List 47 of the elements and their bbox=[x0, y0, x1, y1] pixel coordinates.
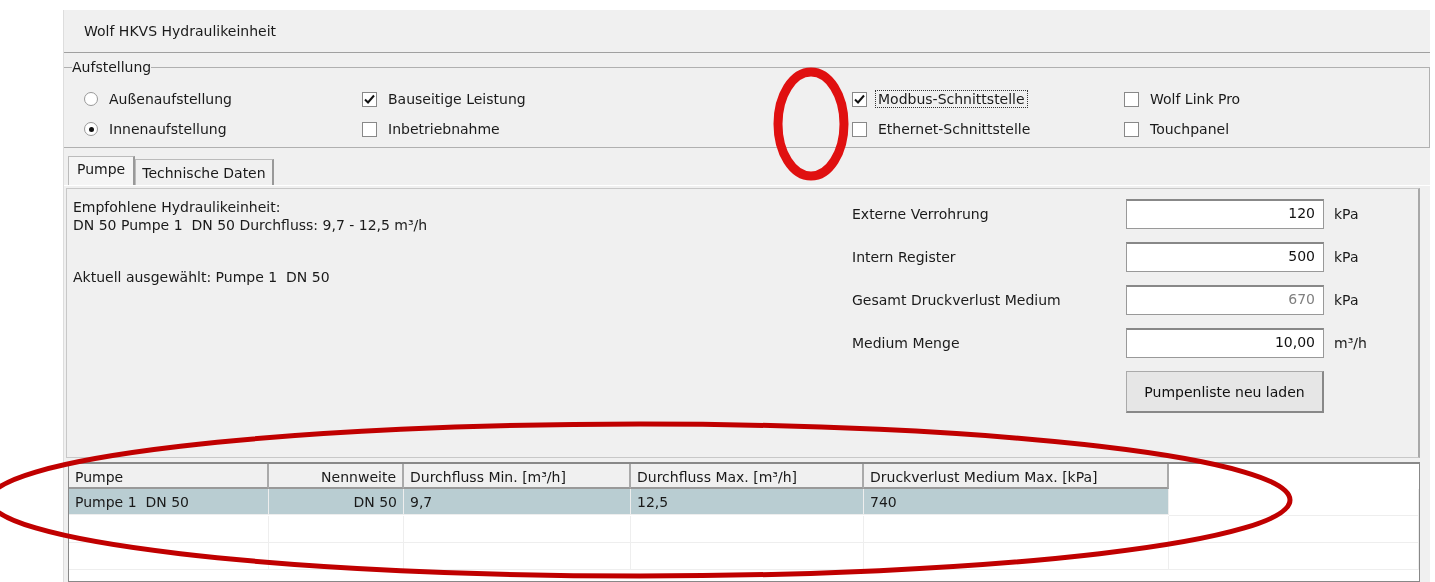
option-label: Inbetriebnahme bbox=[387, 121, 501, 137]
tab[interactable]: Pumpe bbox=[68, 156, 136, 185]
input-field[interactable]: 120 bbox=[1126, 199, 1324, 229]
checkbox[interactable] bbox=[1124, 121, 1139, 137]
reload-button[interactable]: Pumpenliste neu laden bbox=[1126, 371, 1324, 413]
checkmark-icon bbox=[854, 93, 865, 105]
selection-text: Aktuell ausgewählt: Pumpe 1 DN 50 bbox=[73, 269, 331, 285]
unit-label: kPa bbox=[1333, 206, 1360, 222]
tab[interactable]: Technische Daten bbox=[135, 159, 274, 185]
checkmark-icon bbox=[364, 93, 375, 105]
field-label: Intern Register bbox=[852, 249, 957, 265]
column-header[interactable]: Durchfluss Max. [m³/h] bbox=[631, 464, 864, 489]
radio-button[interactable] bbox=[84, 92, 98, 106]
field-label: Gesamt Druckverlust Medium bbox=[852, 292, 1062, 308]
checkbox[interactable] bbox=[852, 91, 867, 107]
unit-label: kPa bbox=[1333, 249, 1360, 265]
option-label: Touchpanel bbox=[1149, 121, 1231, 137]
window-title: Wolf HKVS Hydraulikeinheit bbox=[84, 23, 276, 39]
column-header[interactable]: Pumpe bbox=[69, 464, 269, 489]
unit-label: kPa bbox=[1333, 292, 1360, 308]
recommendation-text: DN 50 Pumpe 1 DN 50 Durchfluss: 9,7 - 12,5 m³/h bbox=[73, 217, 428, 233]
checkbox[interactable] bbox=[1124, 91, 1139, 107]
table-cell: 9,7 bbox=[404, 489, 631, 515]
table-cell: Pumpe 1 DN 50 bbox=[69, 489, 269, 515]
field-label: Medium Menge bbox=[852, 335, 961, 351]
table-cell: 12,5 bbox=[631, 489, 864, 515]
option-label: Außenaufstellung bbox=[108, 91, 233, 107]
column-header[interactable]: Durchfluss Min. [m³/h] bbox=[404, 464, 631, 489]
option-label: Innenaufstellung bbox=[108, 121, 228, 137]
field-label: Externe Verrohrung bbox=[852, 206, 990, 222]
recommendation-text: Empfohlene Hydraulikeinheit: bbox=[73, 199, 282, 215]
group-title: Aufstellung bbox=[72, 59, 152, 75]
unit-label: m³/h bbox=[1333, 335, 1368, 351]
column-header[interactable]: Druckverlust Medium Max. [kPa] bbox=[864, 464, 1169, 489]
radio-button[interactable] bbox=[84, 122, 98, 136]
input-field[interactable]: 500 bbox=[1126, 242, 1324, 272]
checkbox[interactable] bbox=[362, 91, 377, 107]
checkbox[interactable] bbox=[852, 121, 867, 137]
option-label: Modbus-Schnittstelle bbox=[876, 91, 1027, 107]
option-label: Wolf Link Pro bbox=[1149, 91, 1242, 107]
checkbox[interactable] bbox=[362, 121, 377, 137]
option-label: Ethernet-Schnittstelle bbox=[877, 121, 1032, 137]
table-cell: 740 bbox=[864, 489, 1169, 515]
table-cell: DN 50 bbox=[269, 489, 404, 515]
option-label: Bauseitige Leistung bbox=[387, 91, 527, 107]
column-header[interactable]: Nennweite bbox=[269, 464, 404, 489]
input-field[interactable]: 10,00 bbox=[1126, 328, 1324, 358]
